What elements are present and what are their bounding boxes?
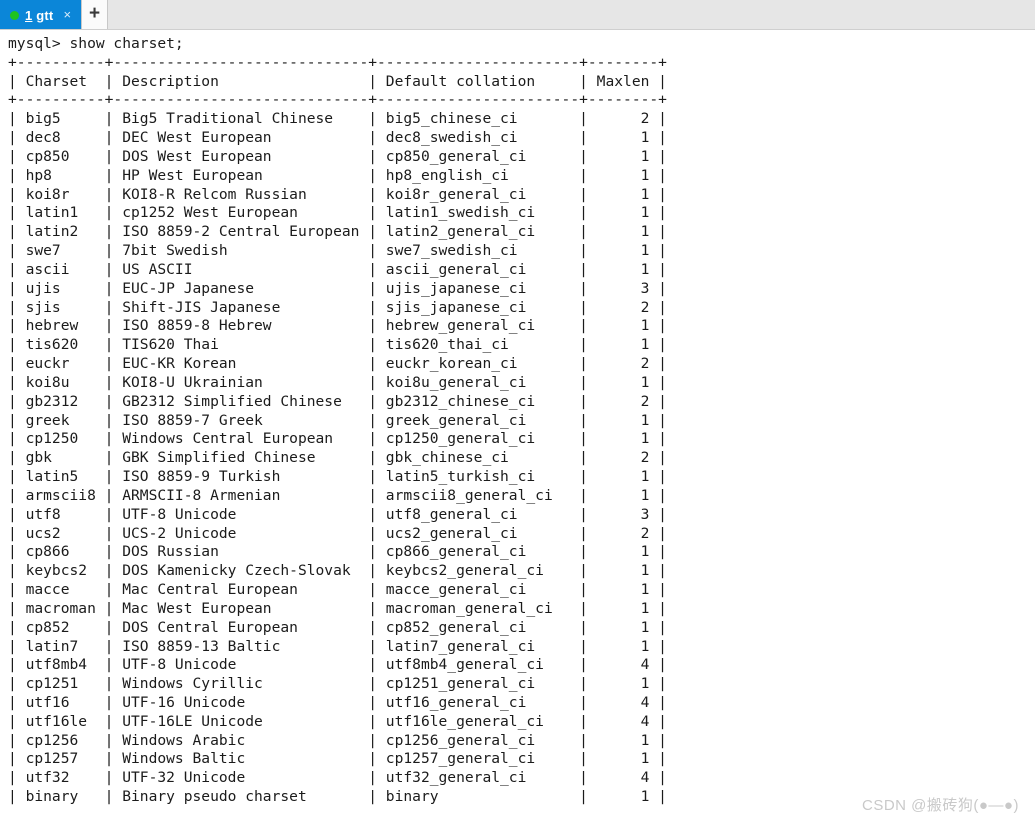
close-icon[interactable]: × xyxy=(59,8,73,23)
tab-bar: 1 gtt × + xyxy=(0,0,1035,30)
tab-bar-empty-area xyxy=(108,0,1035,29)
terminal-pane[interactable]: mysql> show charset; +----------+-------… xyxy=(0,30,1035,827)
tab-gtt[interactable]: 1 gtt × xyxy=(0,0,82,29)
tab-status-dot-icon xyxy=(10,10,19,20)
terminal-output: mysql> show charset; +----------+-------… xyxy=(8,35,667,806)
watermark: CSDN @搬砖狗(●—●) xyxy=(861,797,1019,814)
new-tab-button[interactable]: + xyxy=(81,0,109,29)
tab-label: 1 gtt xyxy=(25,8,53,23)
tab-title: gtt xyxy=(32,7,54,23)
